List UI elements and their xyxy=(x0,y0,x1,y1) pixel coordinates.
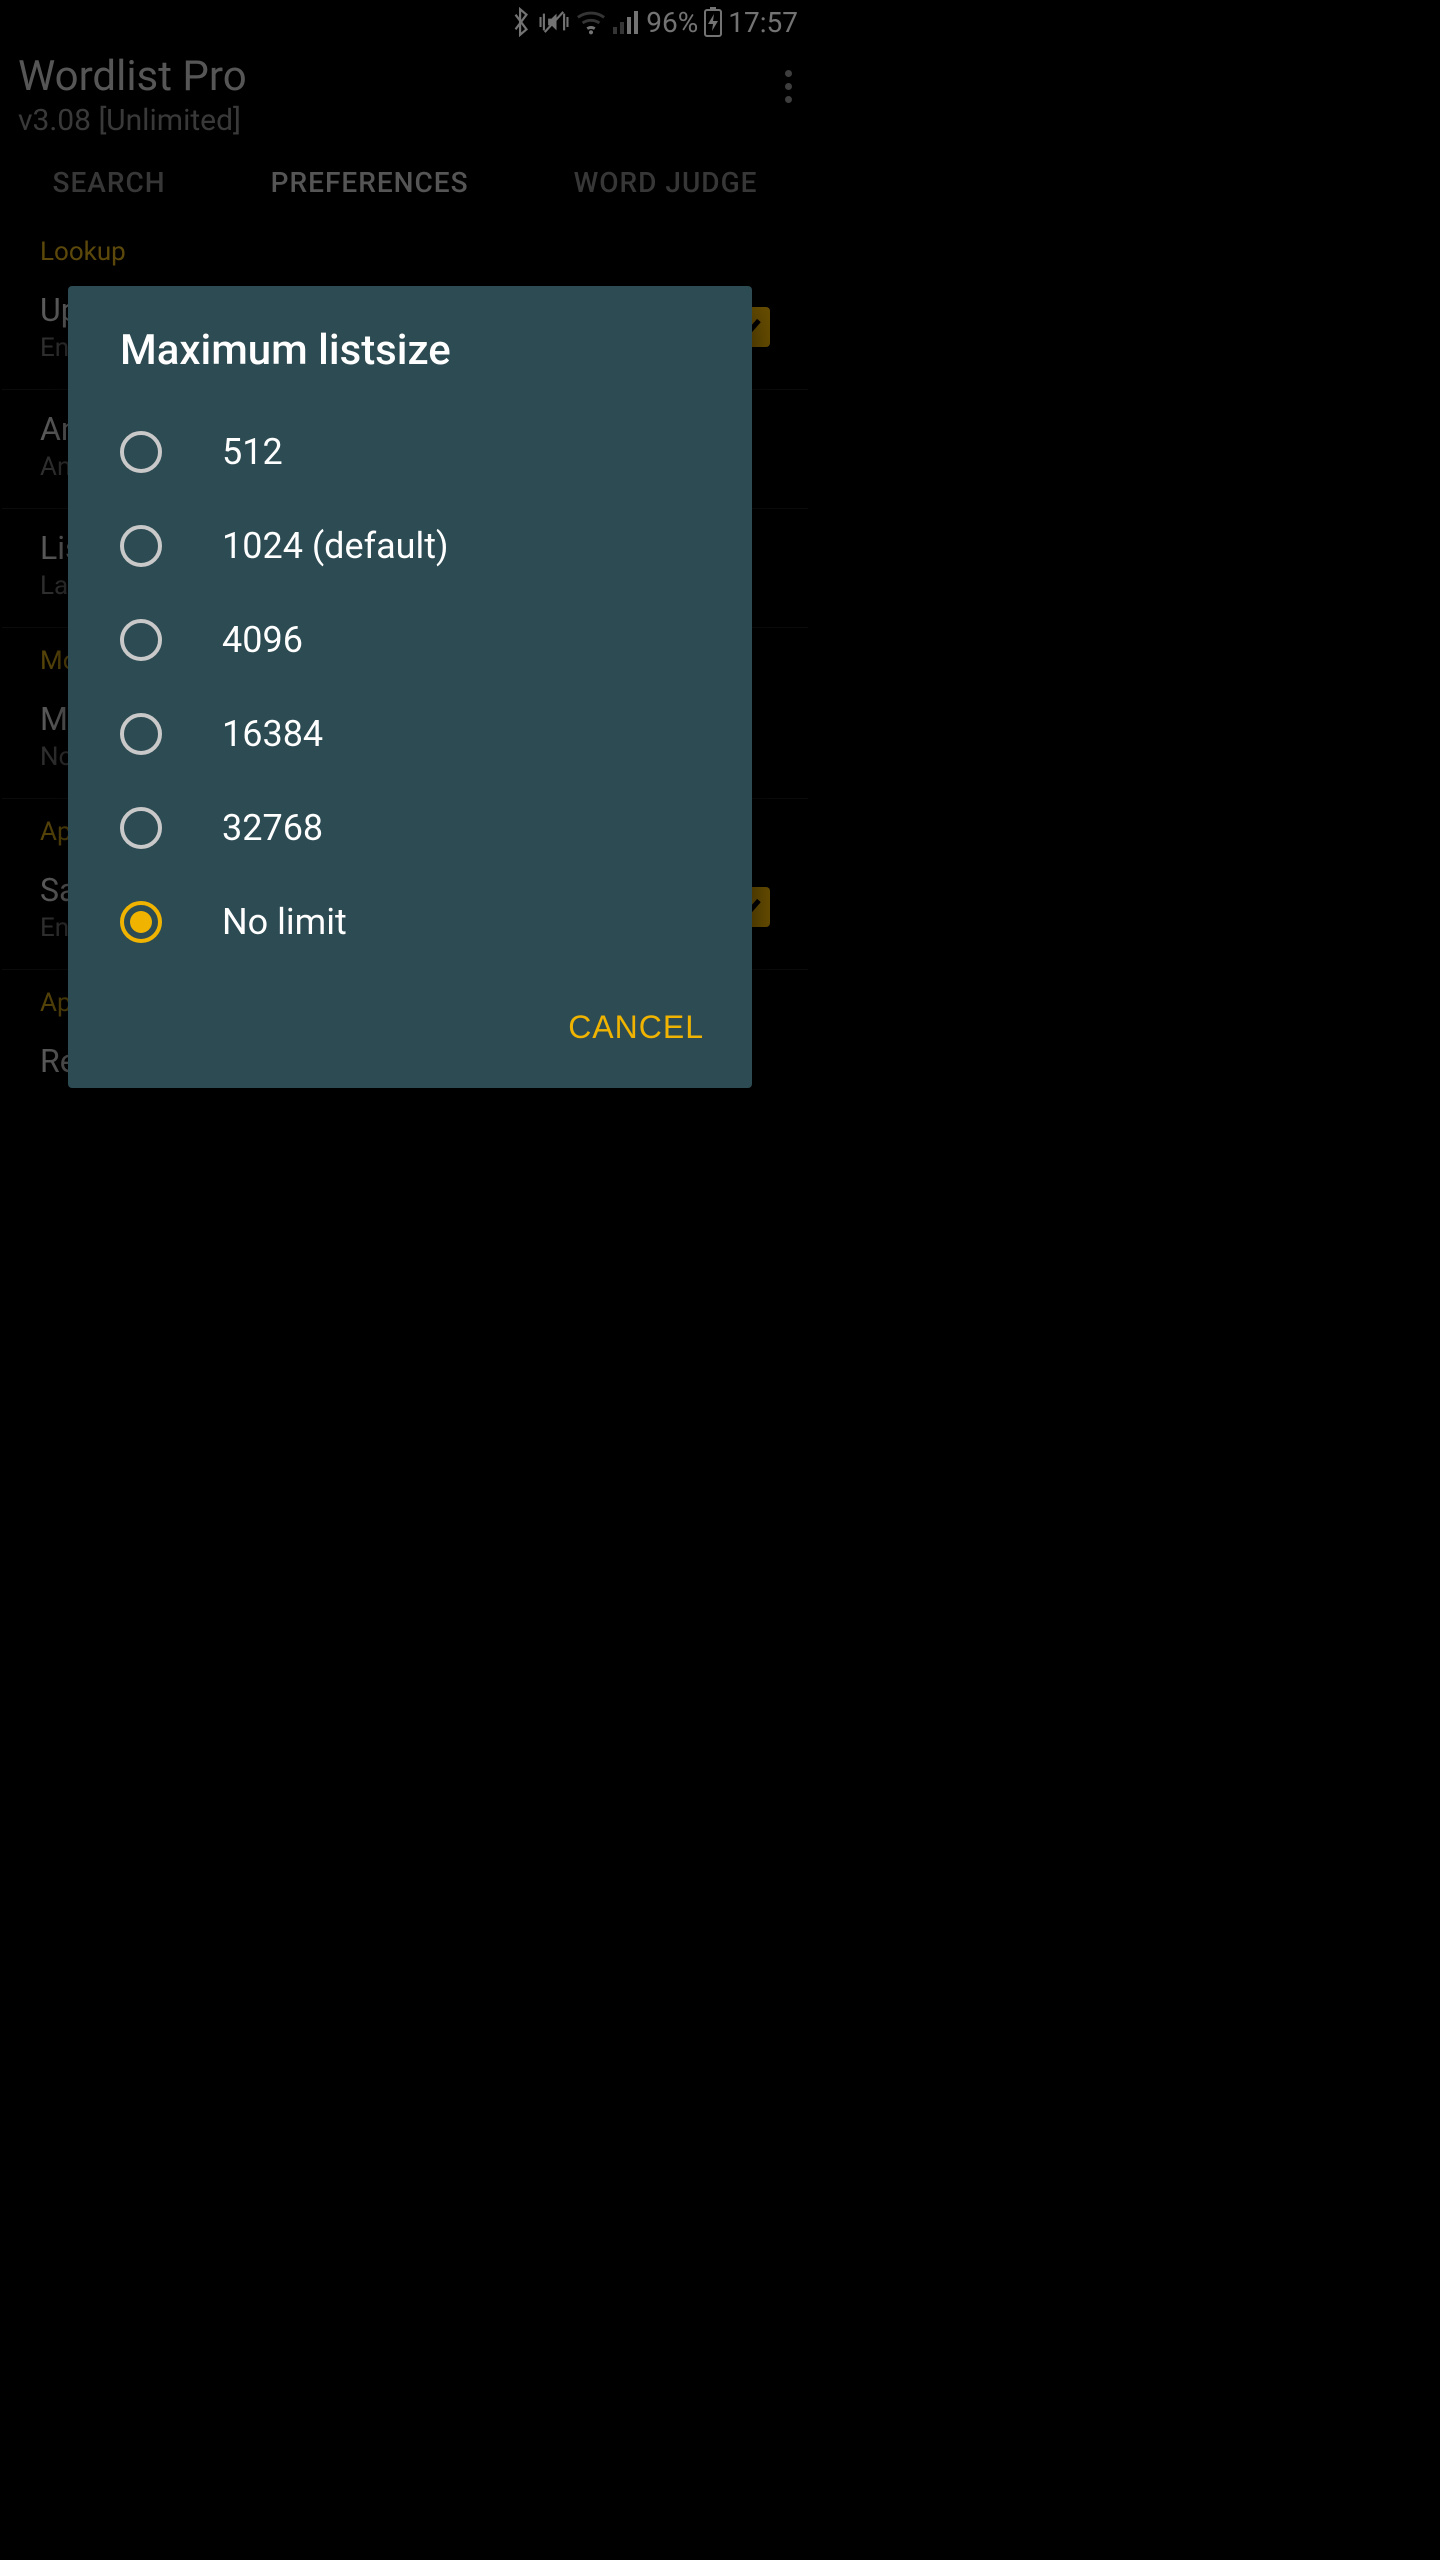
cancel-button[interactable]: CANCEL xyxy=(568,1009,704,1046)
option-512[interactable]: 512 xyxy=(68,405,752,499)
dialog-maximum-listsize: Maximum listsize 512 1024 (default) 4096… xyxy=(68,286,752,1088)
option-label: 16384 xyxy=(222,713,323,755)
option-32768[interactable]: 32768 xyxy=(68,781,752,875)
option-4096[interactable]: 4096 xyxy=(68,593,752,687)
option-label: 512 xyxy=(222,431,283,473)
radio-unchecked-icon xyxy=(120,619,162,661)
option-16384[interactable]: 16384 xyxy=(68,687,752,781)
radio-unchecked-icon xyxy=(120,431,162,473)
dialog-options: 512 1024 (default) 4096 16384 32768 No l… xyxy=(68,385,752,999)
option-1024[interactable]: 1024 (default) xyxy=(68,499,752,593)
dialog-title: Maximum listsize xyxy=(68,286,752,385)
option-label: No limit xyxy=(222,901,347,943)
radio-unchecked-icon xyxy=(120,525,162,567)
radio-checked-icon xyxy=(120,901,162,943)
radio-unchecked-icon xyxy=(120,713,162,755)
option-no-limit[interactable]: No limit xyxy=(68,875,752,969)
option-label: 4096 xyxy=(222,619,303,661)
option-label: 32768 xyxy=(222,807,323,849)
radio-unchecked-icon xyxy=(120,807,162,849)
option-label: 1024 (default) xyxy=(222,525,449,567)
